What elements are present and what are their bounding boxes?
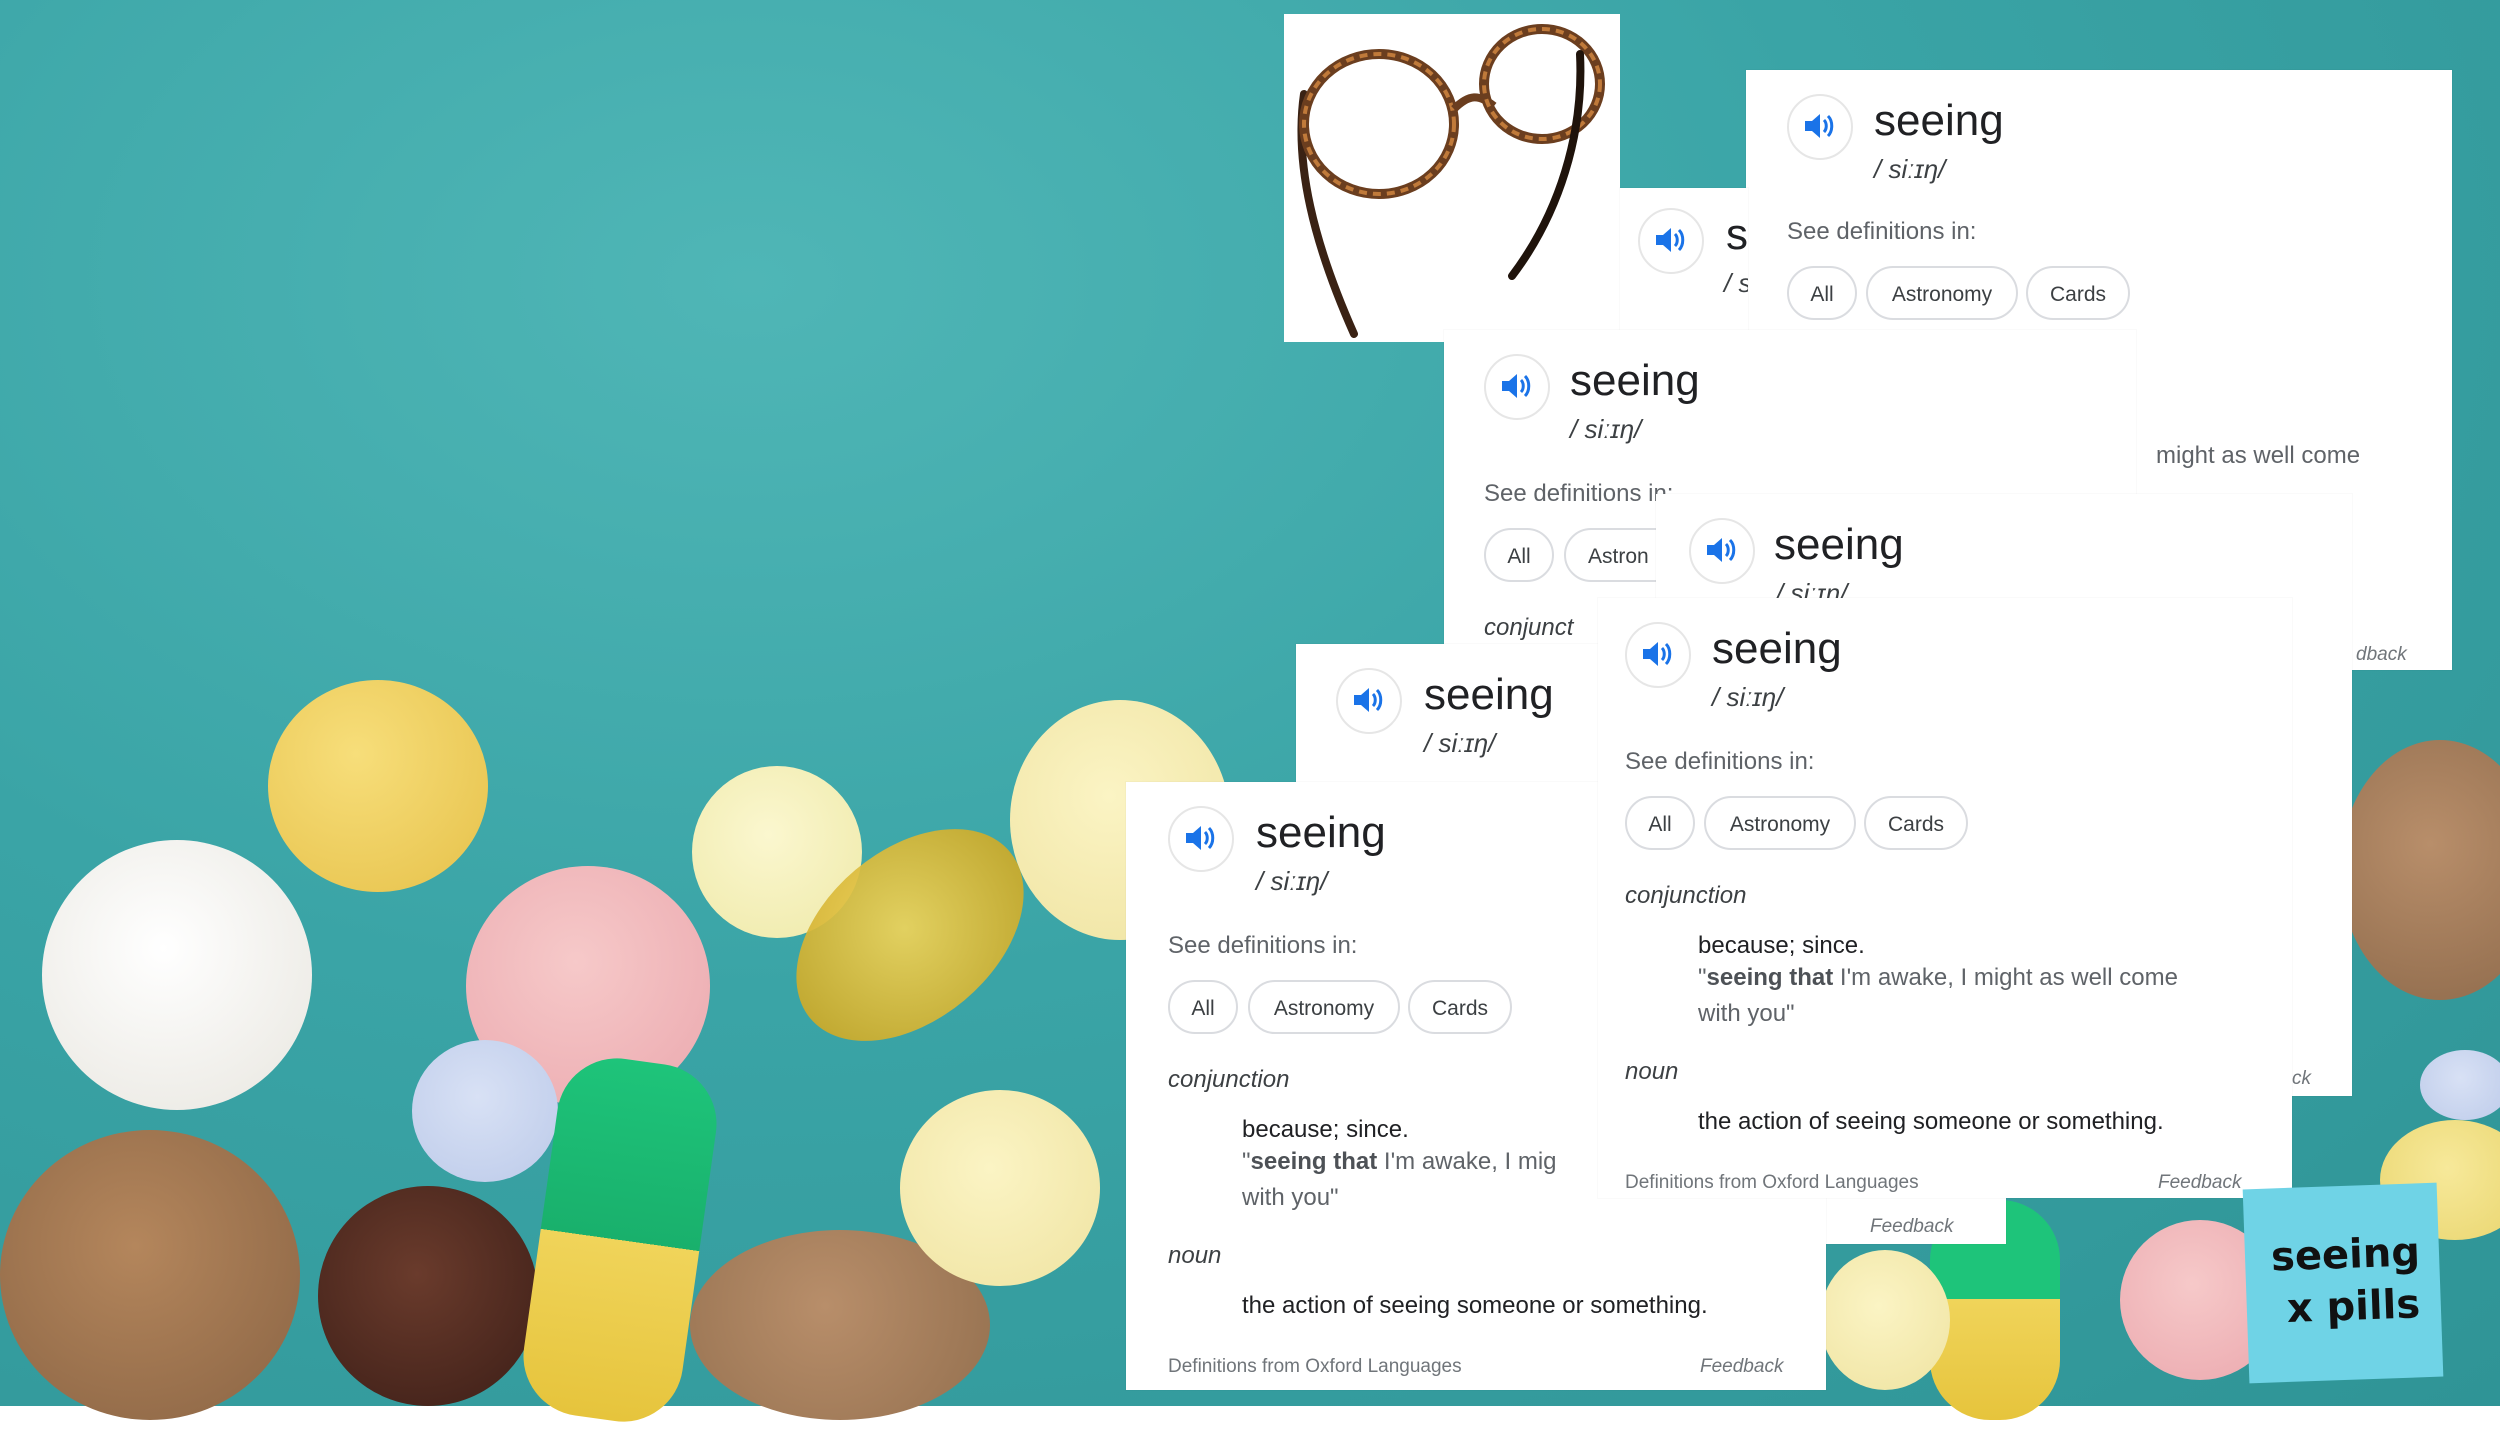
speaker-icon [1643, 642, 1672, 666]
speaker-icon [1354, 688, 1383, 712]
noun-definition: the action of seeing someone or somethin… [1698, 1108, 2164, 1135]
phonetic: / siːɪŋ/ [1256, 866, 1328, 896]
definition-card-truncated: s / s [1620, 188, 1748, 338]
part-of-speech-noun: noun [1168, 1242, 1222, 1269]
pronounce-button[interactable] [1638, 208, 1704, 274]
headword: seeing [1712, 624, 1842, 673]
pronounce-button[interactable] [1484, 354, 1550, 420]
example-bold: seeing that [1250, 1148, 1378, 1175]
example-rest: I'm awake, I might as well come [1833, 964, 2178, 991]
part-of-speech-noun: noun [1625, 1058, 1679, 1085]
noun-definition: the action of seeing someone or somethin… [1242, 1292, 1708, 1319]
chip-cards[interactable]: Cards [1864, 796, 1968, 850]
pronounce-button[interactable] [1787, 94, 1853, 160]
example-sentence: "seeing that I'm awake, I mig with you" [1242, 1148, 1557, 1211]
pronounce-button[interactable] [1168, 806, 1234, 872]
speaker-icon [1707, 538, 1736, 562]
chip-astronomy[interactable]: Astronomy [1248, 980, 1400, 1034]
source-label: Definitions from Oxford Languages [1168, 1356, 1462, 1377]
see-definitions-label: See definitions in: [1787, 218, 1977, 245]
speaker-icon [1186, 826, 1215, 850]
feedback-fragment[interactable]: ck [2292, 1068, 2311, 1090]
headword: seeing [1570, 356, 1700, 405]
feedback-link[interactable]: Feedback [2158, 1172, 2241, 1194]
sticky-line-1: seeing [2270, 1229, 2421, 1281]
phonetic: / siːɪŋ/ [1570, 414, 1642, 444]
headword-truncated: s [1726, 210, 1748, 259]
definition-text: because; since. [1242, 1116, 1409, 1143]
example-fragment: might as well come [2156, 442, 2361, 469]
headword: seeing [1424, 670, 1554, 719]
chip-astronomy[interactable]: Astronomy [1866, 266, 2018, 320]
chip-all[interactable]: All [1168, 980, 1238, 1034]
source-label: Definitions from Oxford Languages [1625, 1172, 1919, 1193]
chip-all[interactable]: All [1484, 528, 1554, 582]
phonetic: / siːɪŋ/ [1874, 154, 1946, 184]
speaker-icon [1656, 228, 1685, 252]
speaker-icon [1805, 114, 1834, 138]
glasses-photo [1284, 14, 1620, 342]
pronounce-button[interactable] [1625, 622, 1691, 688]
chip-all[interactable]: All [1787, 266, 1857, 320]
feedback-link[interactable]: Feedback [1870, 1216, 1953, 1238]
pronounce-button[interactable] [1689, 518, 1755, 584]
example-bold: seeing that [1706, 964, 1834, 991]
phonetic: / siːɪŋ/ [1712, 682, 1784, 712]
phonetic: / siːɪŋ/ [1424, 728, 1496, 758]
definition-card-front-right: seeing / siːɪŋ/ See definitions in: All … [1598, 598, 2292, 1198]
sticky-line-2: x pills [2286, 1281, 2421, 1332]
see-definitions-label: See definitions in: [1484, 480, 1674, 507]
sticky-note: seeing x pills [2242, 1182, 2444, 1384]
feedback-fragment[interactable]: dback [2356, 644, 2407, 666]
see-definitions-label: See definitions in: [1625, 748, 1815, 775]
part-of-speech-conjunction: conjunction [1625, 882, 1747, 909]
chip-cards[interactable]: Cards [2026, 266, 2130, 320]
headword: seeing [1874, 96, 2004, 145]
definition-text: because; since. [1698, 932, 1865, 959]
headword: seeing [1774, 520, 1904, 569]
example-rest: I'm awake, I mig [1377, 1148, 1557, 1175]
see-definitions-label: See definitions in: [1168, 932, 1358, 959]
pronounce-button[interactable] [1336, 668, 1402, 734]
eyeglasses-icon [1297, 24, 1605, 338]
chip-astronomy[interactable]: Astronomy [1704, 796, 1856, 850]
phonetic-truncated: / s [1724, 268, 1748, 298]
example-sentence: "seeing that I'm awake, I might as well … [1698, 964, 2178, 1027]
example-line2: with you" [1698, 1000, 1795, 1027]
part-of-speech: conjunct [1484, 614, 1574, 641]
example-line2: with you" [1242, 1184, 1339, 1211]
chip-all[interactable]: All [1625, 796, 1695, 850]
part-of-speech-conjunction: conjunction [1168, 1066, 1290, 1093]
feedback-link[interactable]: Feedback [1700, 1356, 1783, 1378]
chip-cards[interactable]: Cards [1408, 980, 1512, 1034]
headword: seeing [1256, 808, 1386, 857]
speaker-icon [1502, 374, 1531, 398]
